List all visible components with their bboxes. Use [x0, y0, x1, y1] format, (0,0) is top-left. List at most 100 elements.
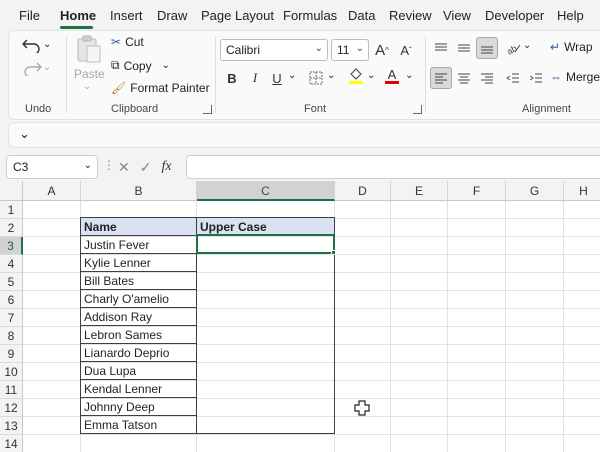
row-header-10[interactable]: 10 — [0, 363, 23, 381]
redo-icon[interactable] — [21, 58, 43, 76]
row-header-9[interactable]: 9 — [0, 345, 23, 363]
font-size-combo[interactable]: 11 ⌄ — [331, 39, 369, 61]
row-header-11[interactable]: 11 — [0, 381, 23, 399]
row-header-5[interactable]: 5 — [0, 273, 23, 291]
borders-icon[interactable] — [305, 67, 327, 89]
name-cell[interactable]: Addison Ray — [80, 307, 197, 326]
upper-case-cell[interactable] — [196, 289, 335, 308]
decrease-font-size-icon[interactable]: Aˇ — [395, 39, 417, 61]
header-cell-name[interactable]: Name — [80, 217, 197, 236]
align-right-icon[interactable] — [476, 67, 498, 89]
name-cell[interactable]: Charly O'amelio — [80, 289, 197, 308]
column-header-f[interactable]: F — [448, 181, 506, 201]
align-center-icon[interactable] — [453, 67, 475, 89]
increase-font-size-icon[interactable]: A ^ — [371, 39, 393, 61]
orientation-icon[interactable]: ab — [502, 37, 524, 59]
menu-insert[interactable]: Insert — [110, 8, 143, 23]
menu-help[interactable]: Help — [557, 8, 584, 23]
paste-icon[interactable] — [75, 35, 103, 65]
name-cell[interactable]: Lebron Sames — [80, 325, 197, 344]
upper-case-cell[interactable] — [196, 361, 335, 380]
align-middle-icon[interactable] — [453, 37, 475, 59]
header-cell-upper-case[interactable]: Upper Case — [196, 217, 335, 236]
formula-input[interactable] — [186, 155, 600, 179]
cancel-icon[interactable]: ✕ — [118, 159, 130, 176]
decrease-indent-icon[interactable] — [502, 67, 524, 89]
name-cell[interactable]: Kendal Lenner — [80, 379, 197, 398]
column-header-e[interactable]: E — [391, 181, 448, 201]
name-cell[interactable]: Lianardo Deprio — [80, 343, 197, 362]
font-name-combo[interactable]: Calibri ⌄ — [220, 39, 328, 61]
select-all-corner[interactable] — [0, 181, 23, 201]
row-header-1[interactable]: 1 — [0, 201, 23, 219]
name-cell[interactable]: Emma Tatson — [80, 415, 197, 434]
column-header-g[interactable]: G — [506, 181, 564, 201]
copy-button[interactable]: ⧉ Copy ⌄ — [111, 58, 170, 73]
cut-button[interactable]: ✂ Cut — [111, 35, 144, 49]
name-cell[interactable]: Johnny Deep — [80, 397, 197, 416]
fill-handle[interactable] — [331, 250, 336, 255]
borders-dropdown-icon[interactable]: ⌄ — [327, 70, 335, 81]
menu-draw[interactable]: Draw — [157, 8, 187, 23]
customize-toolbar-icon[interactable]: ⌄ — [19, 126, 30, 142]
menu-formulas[interactable]: Formulas — [283, 8, 337, 23]
upper-case-cell[interactable] — [196, 343, 335, 362]
format-painter-button[interactable]: 🖌 Format Painter — [111, 81, 210, 95]
name-cell[interactable]: Dua Lupa — [80, 361, 197, 380]
row-header-8[interactable]: 8 — [0, 327, 23, 345]
italic-button[interactable]: I — [244, 67, 266, 89]
upper-case-cell[interactable] — [196, 253, 335, 272]
clipboard-launcher-icon[interactable] — [203, 105, 212, 114]
copy-dropdown-icon[interactable]: ⌄ — [162, 60, 170, 71]
paste-dropdown-icon[interactable]: ⌄ — [83, 81, 91, 92]
row-header-7[interactable]: 7 — [0, 309, 23, 327]
name-cell[interactable]: Justin Fever — [80, 235, 197, 254]
upper-case-cell[interactable] — [196, 307, 335, 326]
row-header-6[interactable]: 6 — [0, 291, 23, 309]
upper-case-cell[interactable] — [196, 379, 335, 398]
undo-icon[interactable] — [21, 35, 43, 53]
menu-home[interactable]: Home — [60, 8, 96, 23]
merge-button[interactable]: ⇔ Merge — [550, 70, 600, 84]
upper-case-cell[interactable] — [196, 397, 335, 416]
upper-case-cell[interactable] — [196, 415, 335, 434]
align-top-icon[interactable] — [430, 37, 452, 59]
align-left-icon[interactable] — [430, 67, 452, 89]
font-color-dropdown-icon[interactable]: ⌄ — [405, 70, 413, 81]
menu-view[interactable]: View — [443, 8, 471, 23]
undo-dropdown-icon[interactable]: ⌄ — [43, 39, 51, 50]
menu-page-layout[interactable]: Page Layout — [201, 8, 274, 23]
increase-indent-icon[interactable] — [525, 67, 547, 89]
column-header-c[interactable]: C — [197, 181, 335, 201]
upper-case-cell[interactable] — [196, 325, 335, 344]
align-bottom-icon[interactable] — [476, 37, 498, 59]
row-header-13[interactable]: 13 — [0, 417, 23, 435]
column-header-d[interactable]: D — [335, 181, 391, 201]
font-color-icon[interactable]: A — [381, 65, 403, 87]
enter-icon[interactable]: ✓ — [140, 159, 152, 176]
menu-review[interactable]: Review — [389, 8, 432, 23]
underline-button[interactable]: U — [266, 67, 288, 89]
font-launcher-icon[interactable] — [413, 105, 422, 114]
row-header-14[interactable]: 14 — [0, 435, 23, 452]
redo-dropdown-icon[interactable]: ⌄ — [43, 62, 51, 73]
upper-case-cell[interactable] — [196, 271, 335, 290]
bold-button[interactable]: B — [221, 67, 243, 89]
fill-color-dropdown-icon[interactable]: ⌄ — [367, 70, 375, 81]
menu-file[interactable]: File — [19, 8, 40, 23]
underline-dropdown-icon[interactable]: ⌄ — [288, 70, 296, 81]
row-header-12[interactable]: 12 — [0, 399, 23, 417]
column-header-a[interactable]: A — [23, 181, 81, 201]
paste-button[interactable]: Paste — [74, 67, 105, 81]
wrap-text-button[interactable]: ↵ Wrap — [550, 40, 593, 54]
orientation-dropdown-icon[interactable]: ⌄ — [523, 40, 531, 51]
column-header-b[interactable]: B — [81, 181, 197, 201]
active-cell-selection[interactable] — [196, 234, 335, 254]
column-header-h[interactable]: H — [564, 181, 600, 201]
fill-color-icon[interactable] — [345, 65, 367, 87]
row-header-4[interactable]: 4 — [0, 255, 23, 273]
name-cell[interactable]: Kylie Lenner — [80, 253, 197, 272]
menu-data[interactable]: Data — [348, 8, 375, 23]
row-header-2[interactable]: 2 — [0, 219, 23, 237]
name-box[interactable]: C3 ⌄ — [6, 155, 98, 179]
